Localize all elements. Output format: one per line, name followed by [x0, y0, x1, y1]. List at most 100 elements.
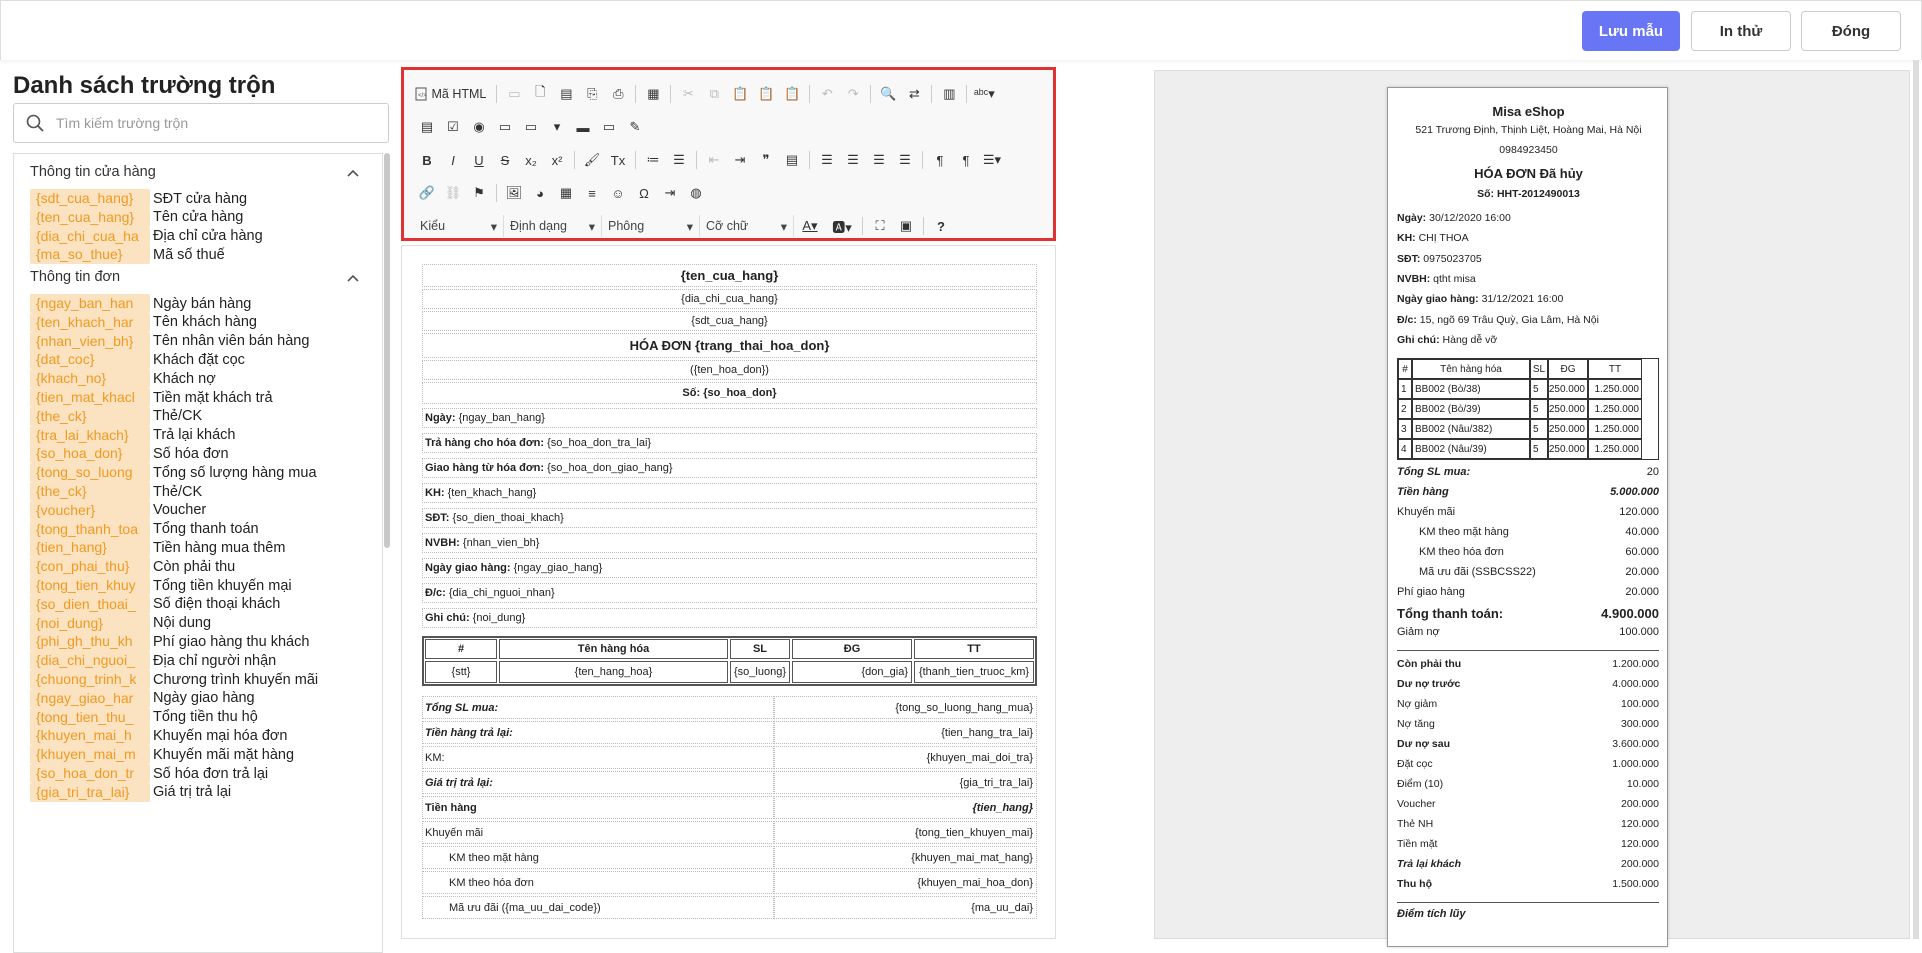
spellcheck-icon[interactable]: ᵃᵇᶜ▾ [971, 82, 997, 106]
outdent-icon[interactable]: ⇤ [701, 148, 727, 172]
print-icon[interactable]: ⎙ [605, 82, 631, 106]
textarea-icon[interactable]: ▭ [518, 115, 544, 139]
merge-field-tag[interactable]: {dia_chi_cua_ha [30, 226, 150, 246]
field-list-scrollbar[interactable] [384, 153, 390, 548]
language-icon[interactable]: ☰▾ [979, 148, 1005, 172]
export-pdf-icon[interactable]: ▤ [553, 82, 579, 106]
align-center-icon[interactable]: ☰ [840, 148, 866, 172]
checkbox-icon[interactable]: ☑ [440, 115, 466, 139]
textfield-icon[interactable]: ▭ [492, 115, 518, 139]
merge-field-tag[interactable]: {so_hoa_don} [30, 444, 150, 464]
undo-icon[interactable]: ↶ [814, 82, 840, 106]
merge-field-item[interactable]: {gia_tri_tra_lai} Giá trị trả lại [30, 782, 231, 803]
merge-field-tag[interactable]: {con_phai_thu} [30, 557, 150, 577]
group-order-info[interactable]: Thông tin đơn [30, 269, 120, 285]
merge-field-tag[interactable]: {tien_mat_khacl [30, 388, 150, 407]
anchor-icon[interactable]: ⚑ [466, 181, 492, 205]
paste-icon[interactable]: 📋 [727, 82, 753, 106]
merge-field-tag[interactable]: {so_dien_thoai_ [30, 594, 150, 614]
font-dropdown[interactable]: Phông ▾ [602, 215, 700, 237]
merge-field-tag[interactable]: {ten_cua_hang} [30, 207, 150, 227]
page-scrollbar[interactable] [1913, 60, 1919, 939]
text-color-icon[interactable]: A▾ [794, 214, 826, 238]
show-blocks-icon[interactable]: ▣ [893, 214, 919, 238]
new-page-icon[interactable]: 🗋 [527, 82, 553, 106]
merge-field-tag[interactable]: {the_ck} [30, 482, 150, 501]
source-html-button[interactable]: </> Mã HTML [414, 87, 486, 101]
merge-field-tag[interactable]: {tong_so_luong [30, 463, 150, 483]
rtl-icon[interactable]: ¶ [953, 148, 979, 172]
merge-field-tag[interactable]: {ten_khach_har [30, 312, 150, 332]
page-break-icon[interactable]: ⇥ [657, 181, 683, 205]
merge-field-tag[interactable]: {dat_coc} [30, 350, 150, 370]
ltr-icon[interactable]: ¶ [927, 148, 953, 172]
save-icon[interactable]: ▭ [501, 82, 527, 106]
find-icon[interactable]: 🔍 [875, 82, 901, 106]
button-field-icon[interactable]: ▬ [570, 115, 596, 139]
cut-icon[interactable]: ✂ [675, 82, 701, 106]
font-size-dropdown[interactable]: Cỡ chữ ▾ [700, 215, 794, 237]
print-preview-button[interactable]: In thử [1691, 11, 1791, 51]
merge-field-tag[interactable]: {ma_so_thue} [30, 245, 150, 265]
justify-icon[interactable]: ☰ [892, 148, 918, 172]
select-field-icon[interactable]: ▾ [544, 115, 570, 139]
merge-field-tag[interactable]: {khuyen_mai_h [30, 726, 150, 746]
merge-field-tag[interactable]: {tong_thanh_toa [30, 519, 150, 539]
merge-field-tag[interactable]: {phi_gh_thu_kh [30, 632, 150, 652]
form-icon[interactable]: ▤ [414, 115, 440, 139]
image-button-icon[interactable]: ▭ [596, 115, 622, 139]
merge-field-tag[interactable]: {tien_hang} [30, 538, 150, 558]
search-input[interactable]: Tìm kiếm trường trộn [13, 103, 389, 143]
save-template-button[interactable]: Lưu mẫu [1582, 11, 1680, 51]
remove-format-icon[interactable]: Tx [605, 148, 631, 172]
align-left-icon[interactable]: ☰ [814, 148, 840, 172]
replace-icon[interactable]: ⇄ [901, 82, 927, 106]
group-store-info[interactable]: Thông tin cửa hàng [30, 164, 156, 180]
copy-format-icon[interactable]: 🖌 [579, 148, 605, 172]
merge-field-tag[interactable]: {nhan_vien_bh} [30, 331, 150, 351]
paste-text-icon[interactable]: 📋 [753, 82, 779, 106]
preview-icon[interactable]: ⎘ [579, 82, 605, 106]
merge-field-tag[interactable]: {dia_chi_nguoi_ [30, 651, 150, 671]
image-icon[interactable]: 🖼 [501, 181, 527, 205]
blockquote-icon[interactable]: ❞ [753, 148, 779, 172]
indent-icon[interactable]: ⇥ [727, 148, 753, 172]
merge-field-tag[interactable]: {sdt_cua_hang} [30, 189, 150, 208]
flash-icon[interactable]: ◕ [527, 181, 553, 205]
help-icon[interactable]: ? [928, 214, 954, 238]
underline-icon[interactable]: U [466, 148, 492, 172]
merge-field-tag[interactable]: {ngay_ban_han [30, 294, 150, 313]
radio-icon[interactable]: ◉ [466, 115, 492, 139]
align-right-icon[interactable]: ☰ [866, 148, 892, 172]
merge-field-tag[interactable]: {voucher} [30, 500, 150, 520]
link-icon[interactable]: 🔗 [414, 181, 440, 205]
numbered-list-icon[interactable]: ≔ [640, 148, 666, 172]
div-icon[interactable]: ▤ [779, 148, 805, 172]
editor-document[interactable]: {ten_cua_hang} {dia_chi_cua_hang} {sdt_c… [401, 245, 1056, 939]
close-button[interactable]: Đóng [1801, 11, 1901, 51]
maximize-icon[interactable]: ⛶ [867, 214, 893, 238]
chevron-up-icon[interactable] [347, 272, 359, 284]
strike-icon[interactable]: S [492, 148, 518, 172]
merge-field-tag[interactable]: {tong_tien_khuy [30, 576, 150, 595]
smiley-icon[interactable]: ☺ [605, 181, 631, 205]
templates-icon[interactable]: ▦ [640, 82, 666, 106]
hidden-field-icon[interactable]: ✎ [622, 115, 648, 139]
italic-icon[interactable]: I [440, 148, 466, 172]
copy-icon[interactable]: ⧉ [701, 82, 727, 106]
table-icon[interactable]: ▦ [553, 181, 579, 205]
iframe-icon[interactable]: ◍ [683, 181, 709, 205]
merge-field-tag[interactable]: {chuong_trinh_k [30, 670, 150, 689]
style-dropdown[interactable]: Kiểu ▾ [414, 215, 504, 237]
merge-field-tag[interactable]: {khach_no} [30, 369, 150, 389]
bg-color-icon[interactable]: 🅰▾ [826, 214, 858, 238]
merge-field-tag[interactable]: {the_ck} [30, 406, 150, 426]
select-all-icon[interactable]: ▥ [936, 82, 962, 106]
merge-field-tag[interactable]: {tong_tien_thu_ [30, 707, 150, 727]
merge-field-tag[interactable]: {ngay_giao_har [30, 688, 150, 708]
paste-word-icon[interactable]: 📋 [779, 82, 805, 106]
format-dropdown[interactable]: Định dạng ▾ [504, 215, 602, 237]
chevron-up-icon[interactable] [347, 167, 359, 179]
bold-icon[interactable]: B [414, 148, 440, 172]
unlink-icon[interactable]: ⛓ [440, 181, 466, 205]
